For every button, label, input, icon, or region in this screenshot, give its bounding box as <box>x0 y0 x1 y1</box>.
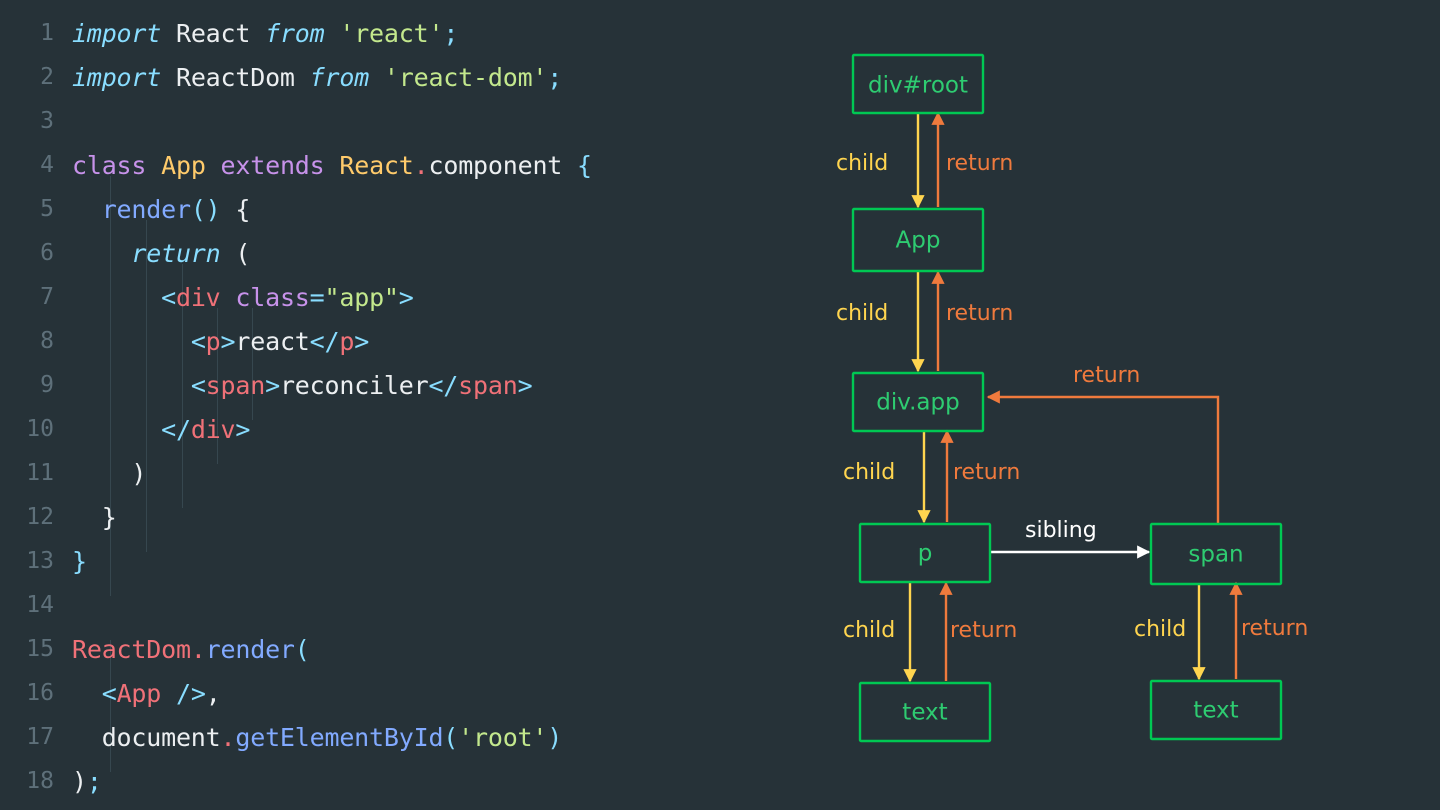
code-line: 18 ); <box>0 759 820 803</box>
line-number: 17 <box>26 724 54 750</box>
line-number: 12 <box>26 504 54 530</box>
code-line: 15 ReactDom.render( <box>0 627 820 671</box>
node-span[interactable]: span <box>1149 522 1283 586</box>
node-p[interactable]: p <box>858 522 992 584</box>
edge-label-child: child <box>843 618 895 643</box>
edge-label-sibling: sibling <box>1025 518 1097 543</box>
edge-label-child: child <box>1134 617 1186 642</box>
edge-label-return: return <box>950 618 1017 643</box>
code-line-content: <App />, <box>101 678 221 708</box>
line-number: 13 <box>26 548 54 574</box>
node-label: span <box>1188 542 1243 568</box>
edge-return-span-divapp <box>986 390 1220 524</box>
fiber-tree-diagram: div#root App div.app p span text text ch… <box>820 0 1440 810</box>
code-line-content: document.getElementById('root') <box>101 722 563 752</box>
code-line: 3 <box>0 99 820 143</box>
line-number: 8 <box>40 328 54 354</box>
node-label: div#root <box>868 73 968 99</box>
code-line-content: ReactDom.render( <box>72 634 310 664</box>
edge-label-return: return <box>1241 616 1308 641</box>
line-number: 4 <box>40 152 54 178</box>
code-line: 14 <box>0 583 820 627</box>
line-number: 5 <box>40 196 54 222</box>
edge-label-child: child <box>836 301 888 326</box>
line-number: 7 <box>40 284 54 310</box>
node-label: text <box>902 700 947 726</box>
code-line: 7 <div class="app"> <box>0 275 820 319</box>
line-number: 18 <box>26 768 54 794</box>
node-label: p <box>918 541 933 567</box>
code-line: 16 <App />, <box>0 671 820 715</box>
code-line-content: render() { <box>101 194 251 224</box>
line-number: 15 <box>26 636 54 662</box>
code-line-content: <div class="app"> <box>161 282 414 312</box>
code-line: 17 document.getElementById('root') <box>0 715 820 759</box>
code-line: 8 <p>react</p> <box>0 319 820 363</box>
line-number: 1 <box>40 20 54 46</box>
edge-label-return: return <box>946 151 1013 176</box>
code-line: 5 render() { <box>0 187 820 231</box>
edge-label-return: return <box>953 460 1020 485</box>
code-line: 1 import React from 'react'; <box>0 11 820 55</box>
code-line: 10 </div> <box>0 407 820 451</box>
node-label: App <box>896 228 941 254</box>
node-text-p[interactable]: text <box>858 681 992 743</box>
node-text-span[interactable]: text <box>1149 679 1283 741</box>
edge-label-child: child <box>843 460 895 485</box>
code-line-content: class App extends React.component { <box>72 150 592 180</box>
line-number: 14 <box>26 592 54 618</box>
line-number: 16 <box>26 680 54 706</box>
code-line: 6 return ( <box>0 231 820 275</box>
code-line: 9 <span>reconciler</span> <box>0 363 820 407</box>
code-line-content: <span>reconciler</span> <box>190 370 533 400</box>
code-line-content: </div> <box>161 414 251 444</box>
code-line-content: ) <box>131 458 147 488</box>
node-label: text <box>1193 698 1238 724</box>
code-line: 13 } <box>0 539 820 583</box>
code-line-content: import React from 'react'; <box>72 18 459 48</box>
code-line-content: } <box>101 502 117 532</box>
code-line-content: import ReactDom from 'react-dom'; <box>72 62 563 92</box>
line-number: 2 <box>40 64 54 90</box>
code-line: 19 <box>0 803 820 810</box>
code-line-content: ); <box>72 766 102 796</box>
line-number: 6 <box>40 240 54 266</box>
edge-label-return: return <box>946 301 1013 326</box>
node-label: div.app <box>876 390 959 416</box>
line-number: 11 <box>26 460 54 486</box>
line-number: 3 <box>40 108 54 134</box>
code-line: 4 class App extends React.component { <box>0 143 820 187</box>
line-number: 9 <box>40 372 54 398</box>
code-line: 11 ) <box>0 451 820 495</box>
code-line-content: } <box>72 546 87 576</box>
edge-label-child: child <box>836 151 888 176</box>
code-line-content: return ( <box>131 238 251 268</box>
code-line: 12 } <box>0 495 820 539</box>
code-line-content: <p>react</p> <box>190 326 370 356</box>
node-div-app[interactable]: div.app <box>851 371 985 433</box>
code-editor-pane: 1 import React from 'react'; 2 import Re… <box>0 0 820 810</box>
screen-root: 1 import React from 'react'; 2 import Re… <box>0 0 1440 810</box>
node-app[interactable]: App <box>851 207 985 273</box>
node-div-root[interactable]: div#root <box>851 53 985 115</box>
code-line: 2 import ReactDom from 'react-dom'; <box>0 55 820 99</box>
line-number: 10 <box>26 416 54 442</box>
edge-label-return: return <box>1073 363 1140 388</box>
